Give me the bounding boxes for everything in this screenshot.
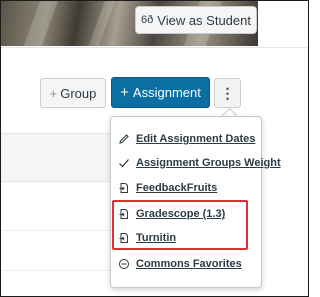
menu-item-assignment-groups-weight[interactable]: Assignment Groups Weight: [118, 155, 281, 171]
assignment-group-header: [1, 133, 116, 182]
menu-item-feedbackfruits[interactable]: FeedbackFruits: [118, 180, 217, 196]
pencil-icon: [118, 133, 130, 145]
commons-icon: [118, 258, 130, 270]
menu-item-commons-favorites[interactable]: Commons Favorites: [118, 256, 242, 272]
highlight-box: [112, 200, 248, 250]
external-tool-icon: [118, 182, 130, 194]
add-assignment-label: Assignment: [132, 85, 201, 100]
row-divider: [1, 270, 111, 271]
kebab-icon: ⋮: [220, 84, 235, 101]
view-as-student-button[interactable]: 6ð View as Student: [135, 6, 257, 34]
more-options-button[interactable]: ⋮: [214, 78, 241, 108]
checkmark-icon: [118, 157, 130, 169]
plus-icon: +: [120, 84, 129, 101]
add-assignment-button[interactable]: + Assignment: [111, 77, 210, 108]
view-as-student-label: View as Student: [157, 12, 251, 28]
menu-item-label: Assignment Groups Weight: [136, 157, 281, 169]
menu-item-label: FeedbackFruits: [136, 182, 218, 194]
header-divider: [1, 47, 307, 48]
menu-item-label: Commons Favorites: [136, 258, 242, 270]
add-group-label: Group: [60, 85, 97, 101]
row-divider: [1, 230, 111, 231]
plus-icon: +: [49, 85, 58, 101]
menu-item-edit-assignment-dates[interactable]: Edit Assignment Dates: [118, 131, 255, 147]
menu-item-label: Edit Assignment Dates: [136, 133, 256, 145]
glasses-icon: 6ð: [141, 14, 154, 26]
add-group-button[interactable]: + Group: [40, 78, 106, 108]
